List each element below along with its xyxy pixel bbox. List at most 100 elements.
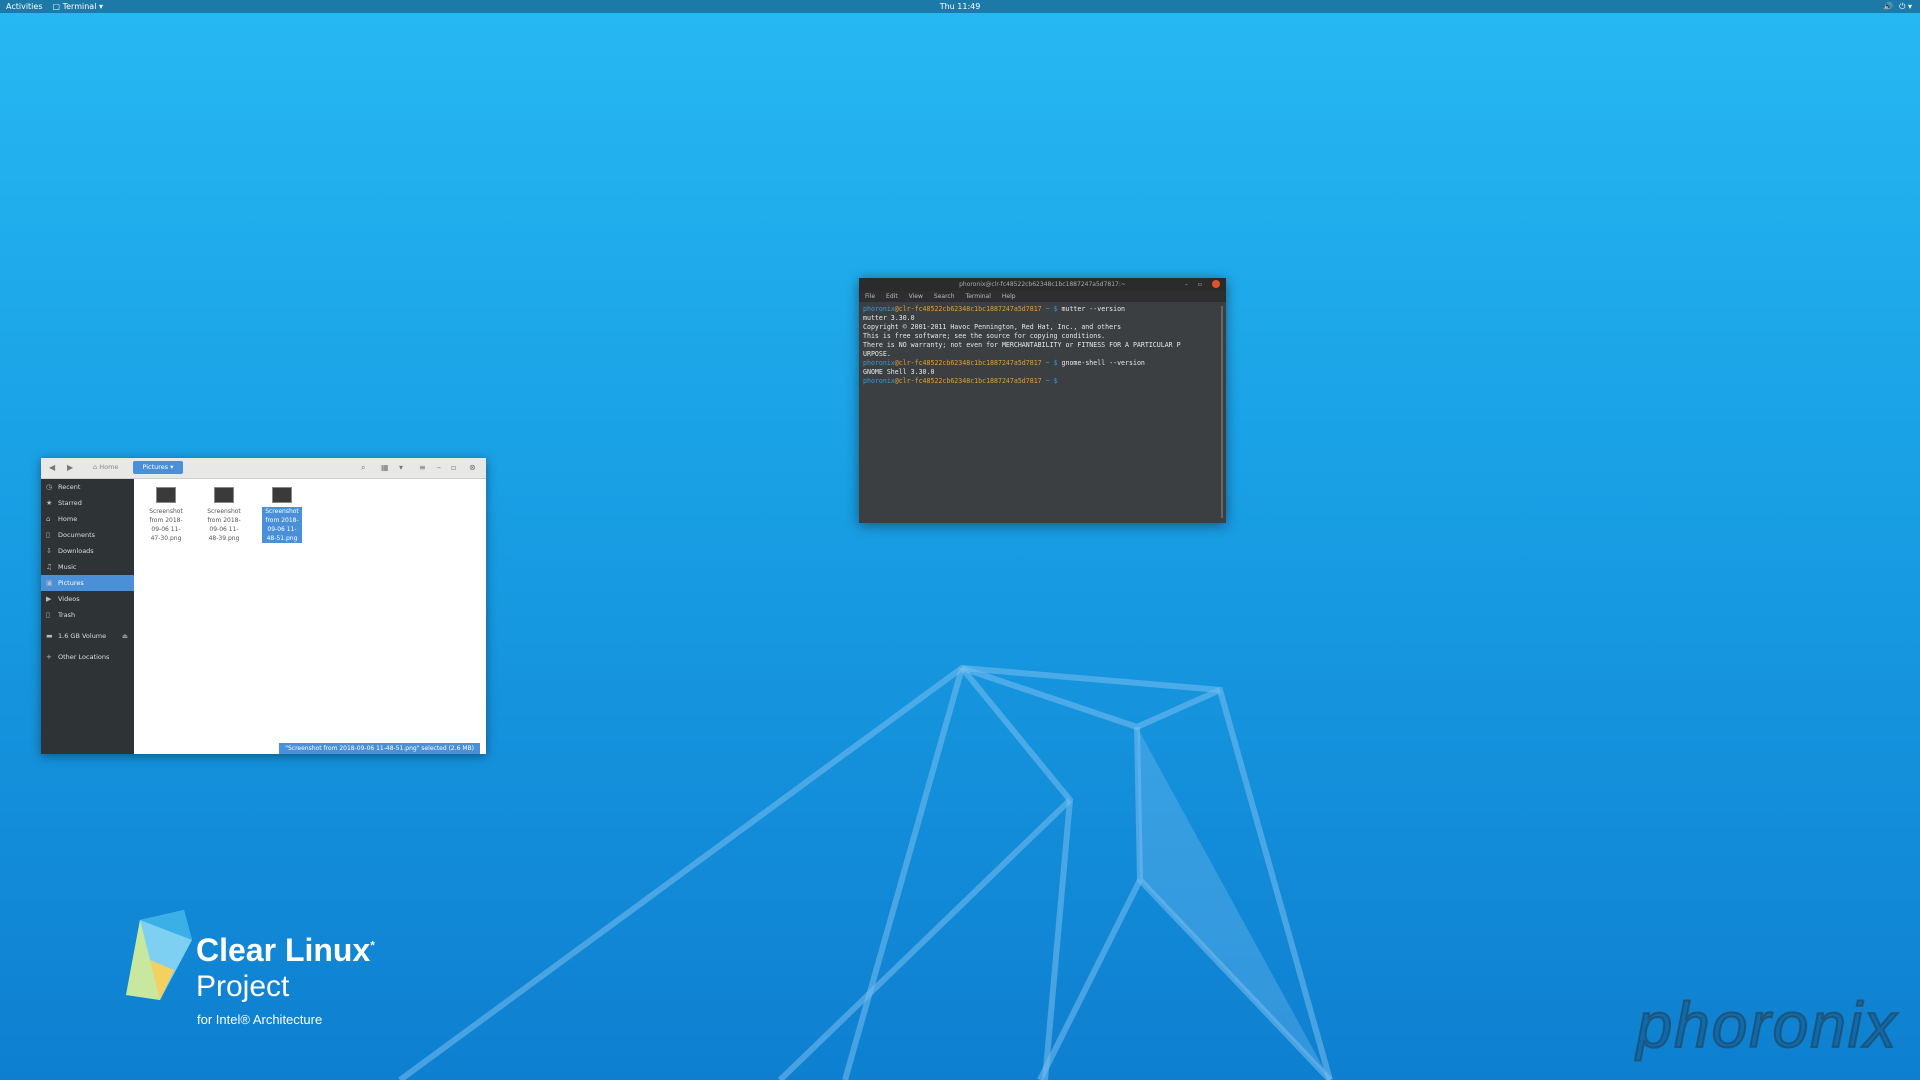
sidebar-item-label: Videos — [58, 595, 80, 603]
files-window: ◀ ▶ ⌂ Home Pictures ▾ ⌕ ▦ ▾ ≡ – ▫ ⊗ ◷ Rec… — [41, 458, 486, 754]
image-thumbnail — [272, 487, 292, 503]
prompt-tail: ~ $ — [1041, 359, 1062, 367]
sidebar-item-trash[interactable]: ▯ Trash — [41, 607, 134, 623]
sidebar-item-label: Pictures — [58, 579, 84, 587]
maximize-icon[interactable]: ▫ — [1198, 278, 1202, 291]
terminal-title: phoronix@clr-fc48522cb62348c1bc1887247a5… — [959, 281, 1126, 288]
file-item-selected[interactable]: Screenshot from 2018- 09-06 11- 48-51.png — [262, 487, 302, 543]
sidebar-item-videos[interactable]: ▶ Videos — [41, 591, 134, 607]
menu-terminal[interactable]: Terminal — [966, 291, 991, 302]
phoronix-watermark: phoronix — [1636, 988, 1898, 1062]
file-name-line: from 2018- — [265, 517, 299, 524]
forward-icon[interactable]: ▶ — [67, 463, 73, 472]
sidebar-item-label: Starred — [58, 499, 82, 507]
terminal-output[interactable]: phoronix@clr-fc48522cb62348c1bc1887247a5… — [859, 302, 1226, 389]
clear-linux-arch: for Intel® Architecture — [197, 1012, 323, 1027]
command-output: GNOME Shell 3.30.0 — [863, 368, 935, 376]
back-icon[interactable]: ◀ — [49, 463, 55, 472]
sidebar-item-documents[interactable]: ▯ Documents — [41, 527, 134, 543]
file-name-line: 48-51.png — [266, 535, 298, 542]
chevron-down-icon[interactable]: ▾ — [399, 463, 403, 472]
places-sidebar: ◷ Recent ★ Starred ⌂ Home ▯ Documents ⇩ Downl… — [41, 479, 134, 754]
terminal-menubar: File Edit View Search Terminal Help — [859, 291, 1226, 302]
sidebar-item-music[interactable]: ♫ Music — [41, 559, 134, 575]
command-output: mutter 3.30.0 Copyright © 2001-2011 Havo… — [863, 314, 1181, 358]
drive-icon: ▬ — [46, 632, 53, 640]
sidebar-item-home[interactable]: ⌂ Home — [41, 511, 134, 527]
file-name-line: from 2018- — [207, 517, 241, 524]
menu-view[interactable]: View — [909, 291, 923, 302]
prompt-host: @clr-fc48522cb62348c1bc1887247a5d7817 — [894, 377, 1042, 385]
clock-icon: ◷ — [46, 483, 53, 491]
menu-file[interactable]: File — [865, 291, 875, 302]
file-item[interactable]: Screenshot from 2018- 09-06 11- 47-30.png — [146, 487, 186, 543]
sidebar-item-label: 1.6 GB Volume — [58, 632, 107, 640]
minimize-icon[interactable]: – — [1185, 278, 1188, 291]
close-icon[interactable]: ⊗ — [469, 463, 476, 472]
terminal-window: phoronix@clr-fc48522cb62348c1bc1887247a5… — [859, 278, 1226, 523]
image-thumbnail — [214, 487, 234, 503]
grid-view-icon[interactable]: ▦ — [381, 463, 389, 472]
menu-icon[interactable]: ≡ — [419, 463, 426, 472]
sidebar-item-label: Trash — [58, 611, 76, 619]
registered-mark: * — [370, 938, 375, 953]
breadcrumb-pictures-label: Pictures — [142, 463, 169, 471]
file-name-line: from 2018- — [149, 517, 183, 524]
prompt-user: phoronix — [863, 359, 895, 367]
sidebar-item-label: Home — [58, 515, 78, 523]
sidebar-item-label: Other Locations — [58, 653, 110, 661]
plus-icon: + — [46, 653, 52, 661]
sidebar-item-pictures[interactable]: ▣ Pictures — [41, 575, 134, 591]
file-name-line: 47-30.png — [150, 535, 182, 542]
home-icon: ⌂ — [46, 515, 51, 523]
close-icon[interactable] — [1212, 280, 1220, 288]
menu-edit[interactable]: Edit — [886, 291, 898, 302]
command-text: gnome-shell --version — [1061, 359, 1145, 367]
top-bar: Activities ▢ Terminal ▾ Thu 11:49 🔊 ⏻ ▾ — [0, 0, 1920, 13]
file-name-line: Screenshot — [207, 508, 241, 515]
file-name-line: 09-06 11- — [209, 526, 239, 533]
sidebar-item-recent[interactable]: ◷ Recent — [41, 479, 134, 495]
sidebar-item-downloads[interactable]: ⇩ Downloads — [41, 543, 134, 559]
menu-search[interactable]: Search — [934, 291, 955, 302]
music-icon: ♫ — [46, 563, 53, 571]
download-icon: ⇩ — [46, 547, 52, 555]
breadcrumb-home-label: Home — [99, 463, 119, 471]
clock[interactable]: Thu 11:49 — [0, 0, 1920, 13]
file-name-line: 48-39.png — [208, 535, 240, 542]
file-name-line: Screenshot — [149, 508, 183, 515]
selection-status: "Screenshot from 2018-09-06 11-48-51.png… — [279, 743, 480, 754]
search-icon[interactable]: ⌕ — [361, 463, 365, 473]
clear-linux-name: Clear Linux — [196, 932, 371, 968]
command-text: mutter --version — [1061, 305, 1126, 313]
breadcrumb-pictures[interactable]: Pictures ▾ — [133, 461, 183, 474]
sidebar-item-starred[interactable]: ★ Starred — [41, 495, 134, 511]
star-icon: ★ — [46, 499, 53, 507]
maximize-icon[interactable]: ▫ — [451, 463, 456, 472]
sidebar-item-label: Music — [58, 563, 77, 571]
terminal-titlebar[interactable]: phoronix@clr-fc48522cb62348c1bc1887247a5… — [859, 278, 1226, 291]
video-icon: ▶ — [46, 595, 52, 603]
volume-icon[interactable]: 🔊 — [1883, 0, 1893, 13]
breadcrumb-home[interactable]: ⌂ Home — [93, 463, 118, 471]
image-thumbnail — [156, 487, 176, 503]
terminal-scrollbar[interactable] — [1221, 306, 1223, 518]
picture-icon: ▣ — [46, 579, 53, 587]
eject-icon[interactable]: ⏏ — [122, 628, 128, 644]
document-icon: ▯ — [46, 531, 50, 539]
file-name-line: 09-06 11- — [151, 526, 181, 533]
prompt-user: phoronix — [863, 377, 895, 385]
sidebar-item-label: Recent — [58, 483, 81, 491]
file-name-line: 09-06 11- — [267, 526, 297, 533]
power-icon[interactable]: ⏻ ▾ — [1899, 0, 1912, 13]
file-name-line: Screenshot — [265, 508, 299, 515]
file-view: Screenshot from 2018- 09-06 11- 47-30.png S… — [134, 479, 486, 754]
clear-linux-title: Clear Linux* — [196, 932, 375, 969]
sidebar-item-other-locations[interactable]: + Other Locations — [41, 649, 134, 665]
file-item[interactable]: Screenshot from 2018- 09-06 11- 48-39.png — [204, 487, 244, 543]
menu-help[interactable]: Help — [1002, 291, 1016, 302]
minimize-icon[interactable]: – — [437, 463, 441, 472]
prompt-tail: ~ $ — [1041, 377, 1062, 385]
sidebar-item-label: Downloads — [58, 547, 94, 555]
sidebar-item-volume[interactable]: ▬ 1.6 GB Volume ⏏ — [41, 628, 134, 644]
